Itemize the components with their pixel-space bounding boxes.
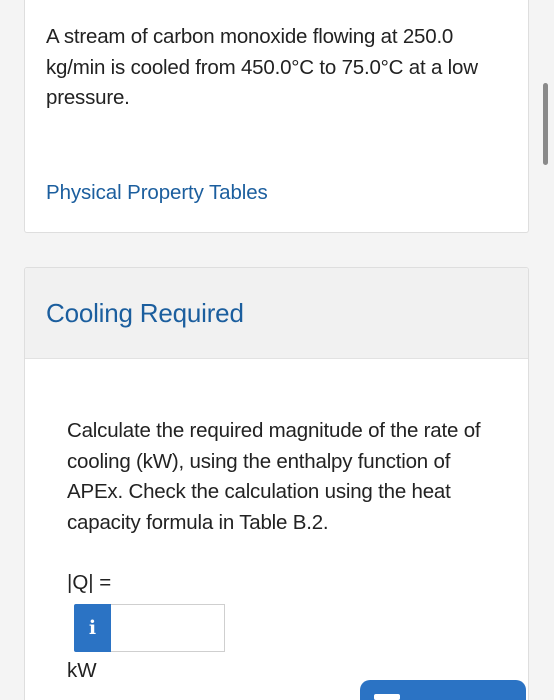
answer-row: i <box>74 604 225 652</box>
submit-icon <box>374 694 400 700</box>
section-header: Cooling Required <box>25 268 528 359</box>
problem-card: A stream of carbon monoxide flowing at 2… <box>24 0 529 233</box>
problem-statement: A stream of carbon monoxide flowing at 2… <box>46 25 478 109</box>
info-icon: i <box>88 617 97 639</box>
question-text: Calculate the required magnitude of the … <box>67 419 481 535</box>
page: A stream of carbon monoxide flowing at 2… <box>0 0 554 700</box>
answer-input[interactable] <box>111 604 225 652</box>
answer-label: |Q| = <box>67 571 112 594</box>
scrollbar[interactable] <box>543 83 548 165</box>
submit-button[interactable] <box>360 680 526 700</box>
physical-property-tables-link[interactable]: Physical Property Tables <box>46 180 268 206</box>
unit-label: kW <box>67 659 97 682</box>
info-button[interactable]: i <box>74 604 111 652</box>
section-title: Cooling Required <box>46 298 244 328</box>
cooling-required-card: Cooling Required Calculate the required … <box>24 267 529 700</box>
